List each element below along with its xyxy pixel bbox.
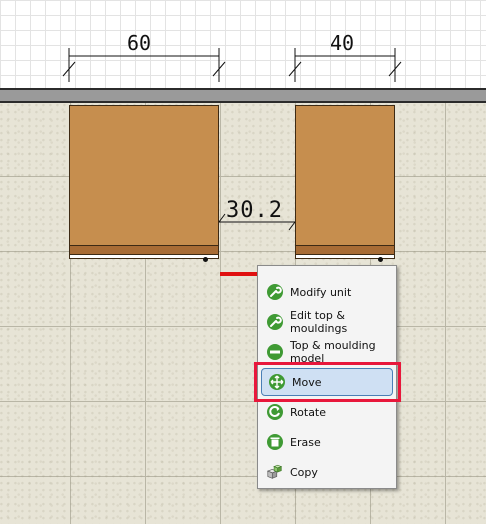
menu-item-label: Copy	[290, 465, 318, 479]
wrench-icon	[266, 313, 284, 331]
dimension-gap-label: 30.2	[226, 198, 283, 223]
rotate-icon	[266, 403, 284, 421]
cabinet-left-base	[69, 254, 219, 259]
menu-item-copy[interactable]: Copy	[260, 459, 394, 485]
plan-canvas[interactable]: 60 40 30.2 Modify unit Edit top & mouldi…	[0, 0, 486, 524]
wrench-icon	[266, 283, 284, 301]
menu-item-label: Rotate	[290, 405, 327, 419]
copy-cubes-icon	[266, 463, 284, 481]
menu-item-label: Erase	[290, 435, 321, 449]
dimension-right-label: 40	[330, 31, 355, 55]
menu-item-edit-top-mouldings[interactable]: Edit top & mouldings	[260, 309, 394, 335]
menu-item-label: Edit top & mouldings	[290, 309, 348, 335]
menu-item-modify-unit[interactable]: Modify unit	[260, 279, 394, 305]
cabinet-right[interactable]	[295, 105, 395, 255]
handle-dot[interactable]	[378, 257, 383, 262]
handle-dot[interactable]	[203, 257, 208, 262]
selection-marker	[220, 272, 258, 276]
minus-circle-icon	[266, 343, 284, 361]
menu-item-erase[interactable]: Erase	[260, 429, 394, 455]
trash-icon	[266, 433, 284, 451]
cabinet-left-front	[70, 245, 218, 254]
menu-item-label: Modify unit	[290, 285, 352, 299]
move-highlight-box	[254, 362, 401, 402]
cabinet-right-front	[296, 245, 394, 254]
menu-item-rotate[interactable]: Rotate	[260, 399, 394, 425]
dimension-left-label: 60	[127, 31, 152, 55]
dimension-lines	[62, 48, 402, 231]
cabinet-left[interactable]	[69, 105, 219, 255]
